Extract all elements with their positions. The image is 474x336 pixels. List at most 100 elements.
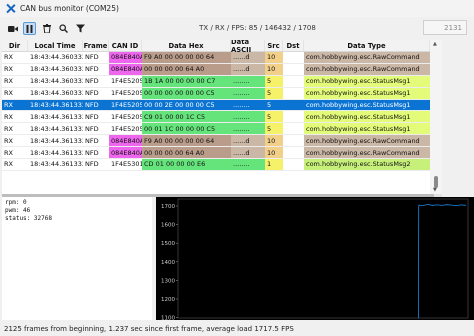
cell-dir: RX [4, 136, 13, 145]
cell-src: 5 [265, 123, 283, 135]
table-row[interactable]: RX 18:43:44.361333 NFD 084E840A F9 A0 00 00 … [2, 135, 430, 148]
cell-ascii: ........ [231, 123, 265, 135]
column-header[interactable]: Dir [2, 40, 28, 51]
cell-time: 18:43:44.361333 [30, 160, 83, 169]
trash-icon [42, 24, 51, 33]
column-header[interactable]: CAN ID [109, 40, 142, 51]
cell-ascii: ........ [231, 111, 265, 123]
cell-type: com.hobbywing.esc.StatusMsg1 [304, 123, 430, 135]
column-header[interactable]: Src [265, 40, 283, 51]
status-bar: 2125 frames from beginning, 1.237 sec si… [0, 321, 474, 336]
cell-hex: 00 00 00 00 64 A0 [142, 63, 231, 75]
filter-button[interactable] [74, 22, 87, 35]
cell-id: 1F4E5205 [109, 123, 142, 135]
table-row[interactable]: RX 18:43:44.360333 NFD 1F4E5205 1B 1A 00 00 … [2, 75, 430, 88]
cell-frame: NFD [85, 124, 99, 133]
table-row[interactable]: RX 18:43:44.361333 NFD 1F4E5205 00 00 2E 00 … [2, 99, 430, 112]
column-header[interactable]: Data Type [304, 40, 430, 51]
column-header[interactable]: Frame [83, 40, 109, 51]
app-icon [6, 4, 15, 13]
cell-ascii: ........ [231, 75, 265, 87]
cell-dst [283, 64, 304, 75]
cell-id: 084E840A [109, 135, 142, 147]
column-header[interactable]: Dst [283, 40, 304, 51]
series-line [418, 204, 467, 319]
cell-frame: NFD [85, 148, 99, 157]
cell-hex: 1B 1A 00 00 00 00 C7 [142, 75, 231, 87]
cell-hex: F9 A0 00 00 00 00 64 [142, 52, 231, 63]
cell-src: 10 [265, 52, 283, 63]
cell-frame: NFD [85, 77, 99, 86]
cell-dst [283, 99, 304, 111]
cell-src: 10 [265, 135, 283, 147]
cell-frame: NFD [85, 53, 99, 62]
cell-dst [283, 111, 304, 122]
cell-time: 18:43:44.361333 [30, 148, 83, 157]
table-row[interactable]: RX 18:43:44.360333 NFD 084E840A 00 00 00 00 … [2, 63, 430, 76]
y-tick-label: 1400 [161, 260, 175, 266]
search-button[interactable] [57, 22, 70, 35]
table-row[interactable]: RX 18:43:44.361333 NFD 1F4E5301 CD 01 00 00 … [2, 159, 430, 171]
cell-time: 18:43:44.360333 [30, 77, 83, 86]
cell-frame: NFD [83, 99, 109, 111]
cell-time: 18:43:44.360333 [30, 53, 83, 62]
vertical-scrollbar[interactable]: ▲ ▼ [430, 40, 442, 194]
cell-frame: NFD [85, 65, 99, 74]
cell-time: 18:43:44.361333 [28, 99, 83, 111]
cell-type: com.hobbywing.esc.StatusMsg2 [304, 159, 430, 170]
frame-table[interactable]: Dir Local Time Frame CAN ID Data Hex Dat… [2, 40, 430, 194]
table-row[interactable]: RX 18:43:44.361333 NFD 1F4E5205 00 01 1C 00 … [2, 123, 430, 136]
cell-type: com.hobbywing.esc.RawCommand [304, 63, 430, 75]
plot-area[interactable]: 17001600150014001300120011001000 [156, 197, 474, 336]
cell-dir: RX [2, 99, 28, 111]
cell-id: 1F4E5205 [109, 75, 142, 87]
search-icon [59, 24, 68, 33]
cell-hex: 00 00 00 00 64 A0 [142, 147, 231, 159]
scroll-down-icon[interactable]: ▼ [433, 187, 437, 193]
cell-dir: RX [4, 89, 13, 98]
cell-id: 084E840A [109, 147, 142, 159]
cell-dst [283, 52, 304, 63]
cell-dir: RX [4, 112, 13, 121]
table-row[interactable]: RX 18:43:44.361333 NFD 084E840A 00 00 00 00 … [2, 147, 430, 160]
table-row[interactable]: RX 18:43:44.360333 NFD 1F4E5205 00 00 00 00 … [2, 87, 430, 100]
table-row[interactable]: RX 18:43:44.360333 NFD 084E840A F9 A0 00 00 … [2, 52, 430, 64]
clear-button[interactable] [40, 22, 53, 35]
line-plot: 17001600150014001300120011001000 [161, 198, 469, 336]
cell-dst [283, 147, 304, 158]
cell-dst [283, 88, 304, 99]
status-bar-text: 2125 frames from beginning, 1.237 sec si… [4, 324, 294, 333]
cell-id: 1F4E5301 [109, 159, 142, 170]
cell-id: 084E840A [109, 52, 142, 63]
cell-hex: 00 00 2E 00 00 00 C5 [142, 99, 231, 111]
rate-readout: TX / RX / FPS: 85 / 146432 / 1708 [199, 24, 316, 32]
cell-ascii: ........ [231, 87, 265, 99]
cell-frame: NFD [85, 112, 99, 121]
cell-hex: C9 01 00 00 1C C5 [142, 111, 231, 123]
cell-hex: F9 A0 00 00 00 00 64 [142, 135, 231, 147]
frame-count-field[interactable]: 2131 [423, 20, 467, 35]
cell-dir: RX [4, 148, 13, 157]
cell-src: 5 [265, 87, 283, 99]
status-value-rpm: rpm: 0 [5, 199, 27, 206]
video-camera-icon [7, 25, 18, 32]
cell-frame: NFD [85, 160, 99, 169]
pause-button[interactable] [23, 22, 36, 35]
cell-type: com.hobbywing.esc.StatusMsg1 [304, 111, 430, 123]
cell-type: com.hobbywing.esc.RawCommand [304, 147, 430, 159]
column-header[interactable]: Local Time [28, 40, 83, 51]
cell-ascii: ......d [231, 52, 265, 63]
column-header[interactable]: Data ASCII [231, 40, 265, 54]
record-button[interactable] [6, 22, 19, 35]
y-tick-label: 1100 [161, 316, 175, 320]
scroll-up-icon[interactable]: ▲ [433, 41, 437, 47]
cell-type: com.hobbywing.esc.StatusMsg1 [304, 75, 430, 87]
status-value-status: status: 32768 [5, 215, 52, 222]
column-header[interactable]: Data Hex [142, 40, 231, 51]
window-title: CAN bus monitor (COM25) [20, 4, 119, 13]
table-row[interactable]: RX 18:43:44.361333 NFD 1F4E5205 C9 01 00 00 … [2, 111, 430, 124]
cell-src: 10 [265, 63, 283, 75]
cell-type: com.hobbywing.esc.RawCommand [304, 52, 430, 63]
cell-src: 5 [265, 75, 283, 87]
cell-dir: RX [4, 77, 13, 86]
